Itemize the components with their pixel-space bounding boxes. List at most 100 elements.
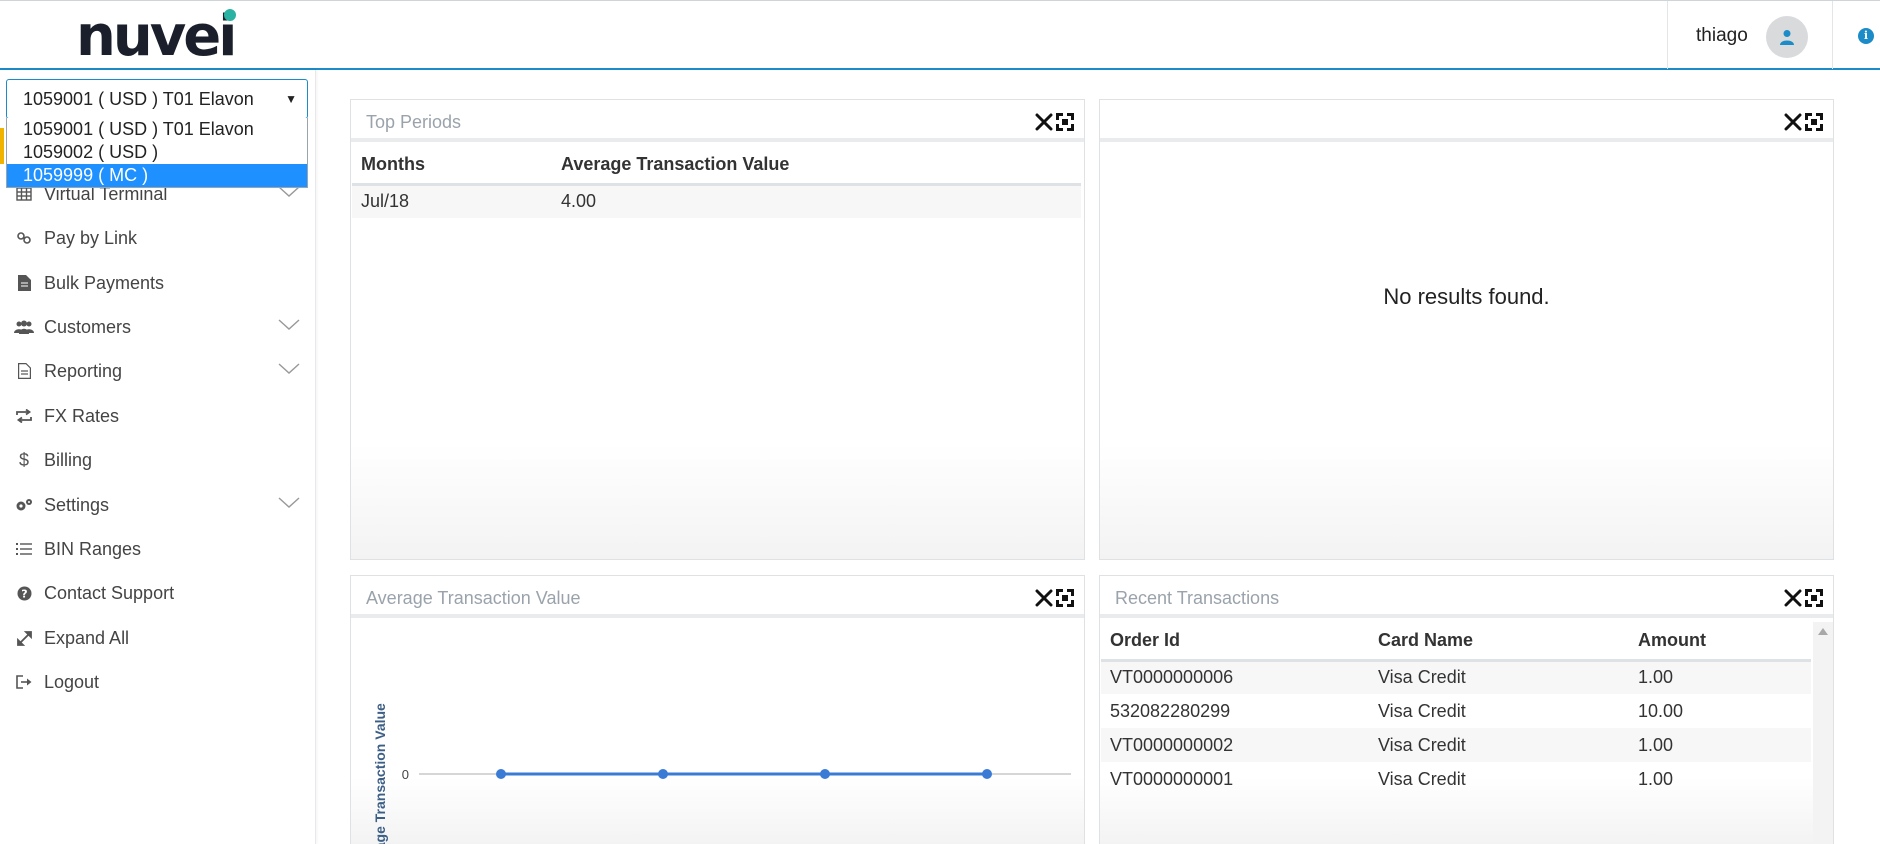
panel-tools [1035,113,1074,131]
chart-point[interactable] [658,769,668,779]
caret-down-icon: ▼ [285,92,297,106]
avg-transaction-panel: Average Transaction Value Average Transa… [350,575,1085,844]
info-icon[interactable]: i [1858,28,1874,44]
wrench-icon[interactable] [1784,113,1802,131]
no-results-message: No results found. [1383,284,1550,309]
table-cell: VT0000000002 [1101,728,1369,762]
sidebar-item-bin-ranges[interactable]: BIN Ranges [0,527,316,571]
table-scrollbar[interactable] [1813,622,1833,844]
panel-tools [1784,589,1823,607]
chart-point[interactable] [982,769,992,779]
table-header-row: Order Id Card Name Amount [1101,622,1811,662]
panel-header [1100,100,1833,142]
table-header-row: Months Average Transaction Value [352,146,1081,186]
fullscreen-icon[interactable] [1056,589,1074,607]
question-icon: ? [0,586,44,601]
panel-tools [1035,589,1074,607]
sidebar-item-label: Contact Support [44,582,175,603]
table-cell: 1.00 [1629,728,1811,762]
document-icon [0,363,44,379]
grid-icon [0,187,44,201]
sidebar-item-label: Settings [44,494,110,515]
sidebar-item-label: Pay by Link [44,227,138,248]
table-row[interactable]: 532082280299 Visa Credit 10.00 [1101,694,1811,728]
column-header-card-name[interactable]: Card Name [1369,622,1629,662]
username: thiago [1696,25,1748,46]
fullscreen-icon[interactable] [1056,113,1074,131]
table-cell: 4.00 [552,184,1081,218]
avatar[interactable] [1766,16,1808,58]
sidebar-item-label: Bulk Payments [44,272,165,293]
column-header-amount[interactable]: Amount [1629,622,1811,662]
panel-header: Recent Transactions [1100,576,1833,618]
chevron-down-icon [278,363,300,374]
table-row[interactable]: VT0000000006 Visa Credit 1.00 [1101,660,1811,694]
sidebar-item-settings[interactable]: Settings [0,483,316,527]
table-row[interactable]: VT0000000001 Visa Credit 1.00 [1101,762,1811,796]
logo-dot [224,9,236,21]
recent-transactions-table: Order Id Card Name Amount VT0000000006 V… [1101,622,1811,796]
account-select-value: 1059001 ( USD ) T01 Elavon [23,89,254,109]
account-dropdown: 1059001 ( USD ) T01 Elavon 1059002 ( USD… [6,118,308,188]
account-option[interactable]: 1059002 ( USD ) [7,141,307,164]
nuvei-logo[interactable]: nuvei [76,9,237,65]
sidebar-item-bulk-payments[interactable]: Bulk Payments [0,261,316,305]
panel-header: Top Periods [351,100,1084,142]
scroll-up-arrow-icon[interactable] [1818,628,1828,635]
account-option[interactable]: 1059001 ( USD ) T01 Elavon [7,118,307,141]
wrench-icon[interactable] [1035,113,1053,131]
list-icon [0,542,44,556]
expand-icon [0,630,44,646]
sidebar-item-label: Expand All [44,627,130,648]
chart-series [496,769,992,779]
fullscreen-icon[interactable] [1805,113,1823,131]
table-cell: 10.00 [1638,700,1684,721]
file-icon [0,275,44,291]
sidebar-item-billing[interactable]: $ Billing [0,438,316,482]
top-periods-panel: Top Periods Months Average Transaction V… [350,99,1085,560]
column-header-avg-value[interactable]: Average Transaction Value [552,146,1081,186]
table-cell: Visa Credit [1378,700,1466,721]
sidebar-item-label: Billing [44,449,93,470]
dollar-icon: $ [18,449,29,470]
recent-transactions-panel: Recent Transactions Order Id Card Name A… [1099,575,1834,844]
exchange-icon [0,409,44,423]
table-cell: Visa Credit [1378,768,1466,789]
column-header-order-id[interactable]: Order Id [1101,622,1369,662]
sidebar-item-customers[interactable]: Customers [0,305,316,349]
sidebar-item-pay-by-link[interactable]: Pay by Link [0,216,316,260]
sidebar-item-reporting[interactable]: Reporting [0,349,316,393]
chart-y-axis-label: Average Transaction Value [372,703,388,844]
user-icon [1780,30,1794,45]
sidebar-item-contact-support[interactable]: ? Contact Support [0,571,316,615]
table-row[interactable]: Jul/18 4.00 [352,184,1081,218]
panel-tools [1784,113,1823,131]
sidebar-item-label: FX Rates [44,405,120,426]
wrench-icon[interactable] [1784,589,1802,607]
chart-point[interactable] [820,769,830,779]
chevron-down-icon [278,497,300,508]
table-cell: 1.00 [1629,660,1811,694]
sidebar-item-expand-all[interactable]: Expand All [0,616,316,660]
account-option-highlighted[interactable]: 1059999 ( MC ) [7,164,307,187]
wrench-icon[interactable] [1035,589,1053,607]
column-header-months[interactable]: Months [352,146,552,186]
logout-icon [0,675,44,689]
link-icon [0,230,44,246]
fullscreen-icon[interactable] [1805,589,1823,607]
table-cell: VT0000000006 [1101,660,1369,694]
table-row[interactable]: VT0000000002 Visa Credit 1.00 [1101,728,1811,762]
account-select[interactable]: 1059001 ( USD ) T01 Elavon ▼ [6,79,308,119]
sidebar-item-fx-rates[interactable]: FX Rates [0,394,316,438]
user-menu[interactable]: thiago [1667,1,1833,69]
table-cell: VT0000000001 [1110,768,1234,789]
panel-title: Average Transaction Value [366,588,581,608]
sidebar-item-logout[interactable]: Logout [0,660,316,704]
chart-point[interactable] [496,769,506,779]
svg-text:?: ? [21,587,27,600]
panel-title: Recent Transactions [1115,588,1280,608]
table-cell: 1.00 [1638,768,1674,789]
sidebar-item-label: Logout [44,671,100,692]
table-cell: Jul/18 [352,184,552,218]
sidebar-item-label: Customers [44,316,132,337]
